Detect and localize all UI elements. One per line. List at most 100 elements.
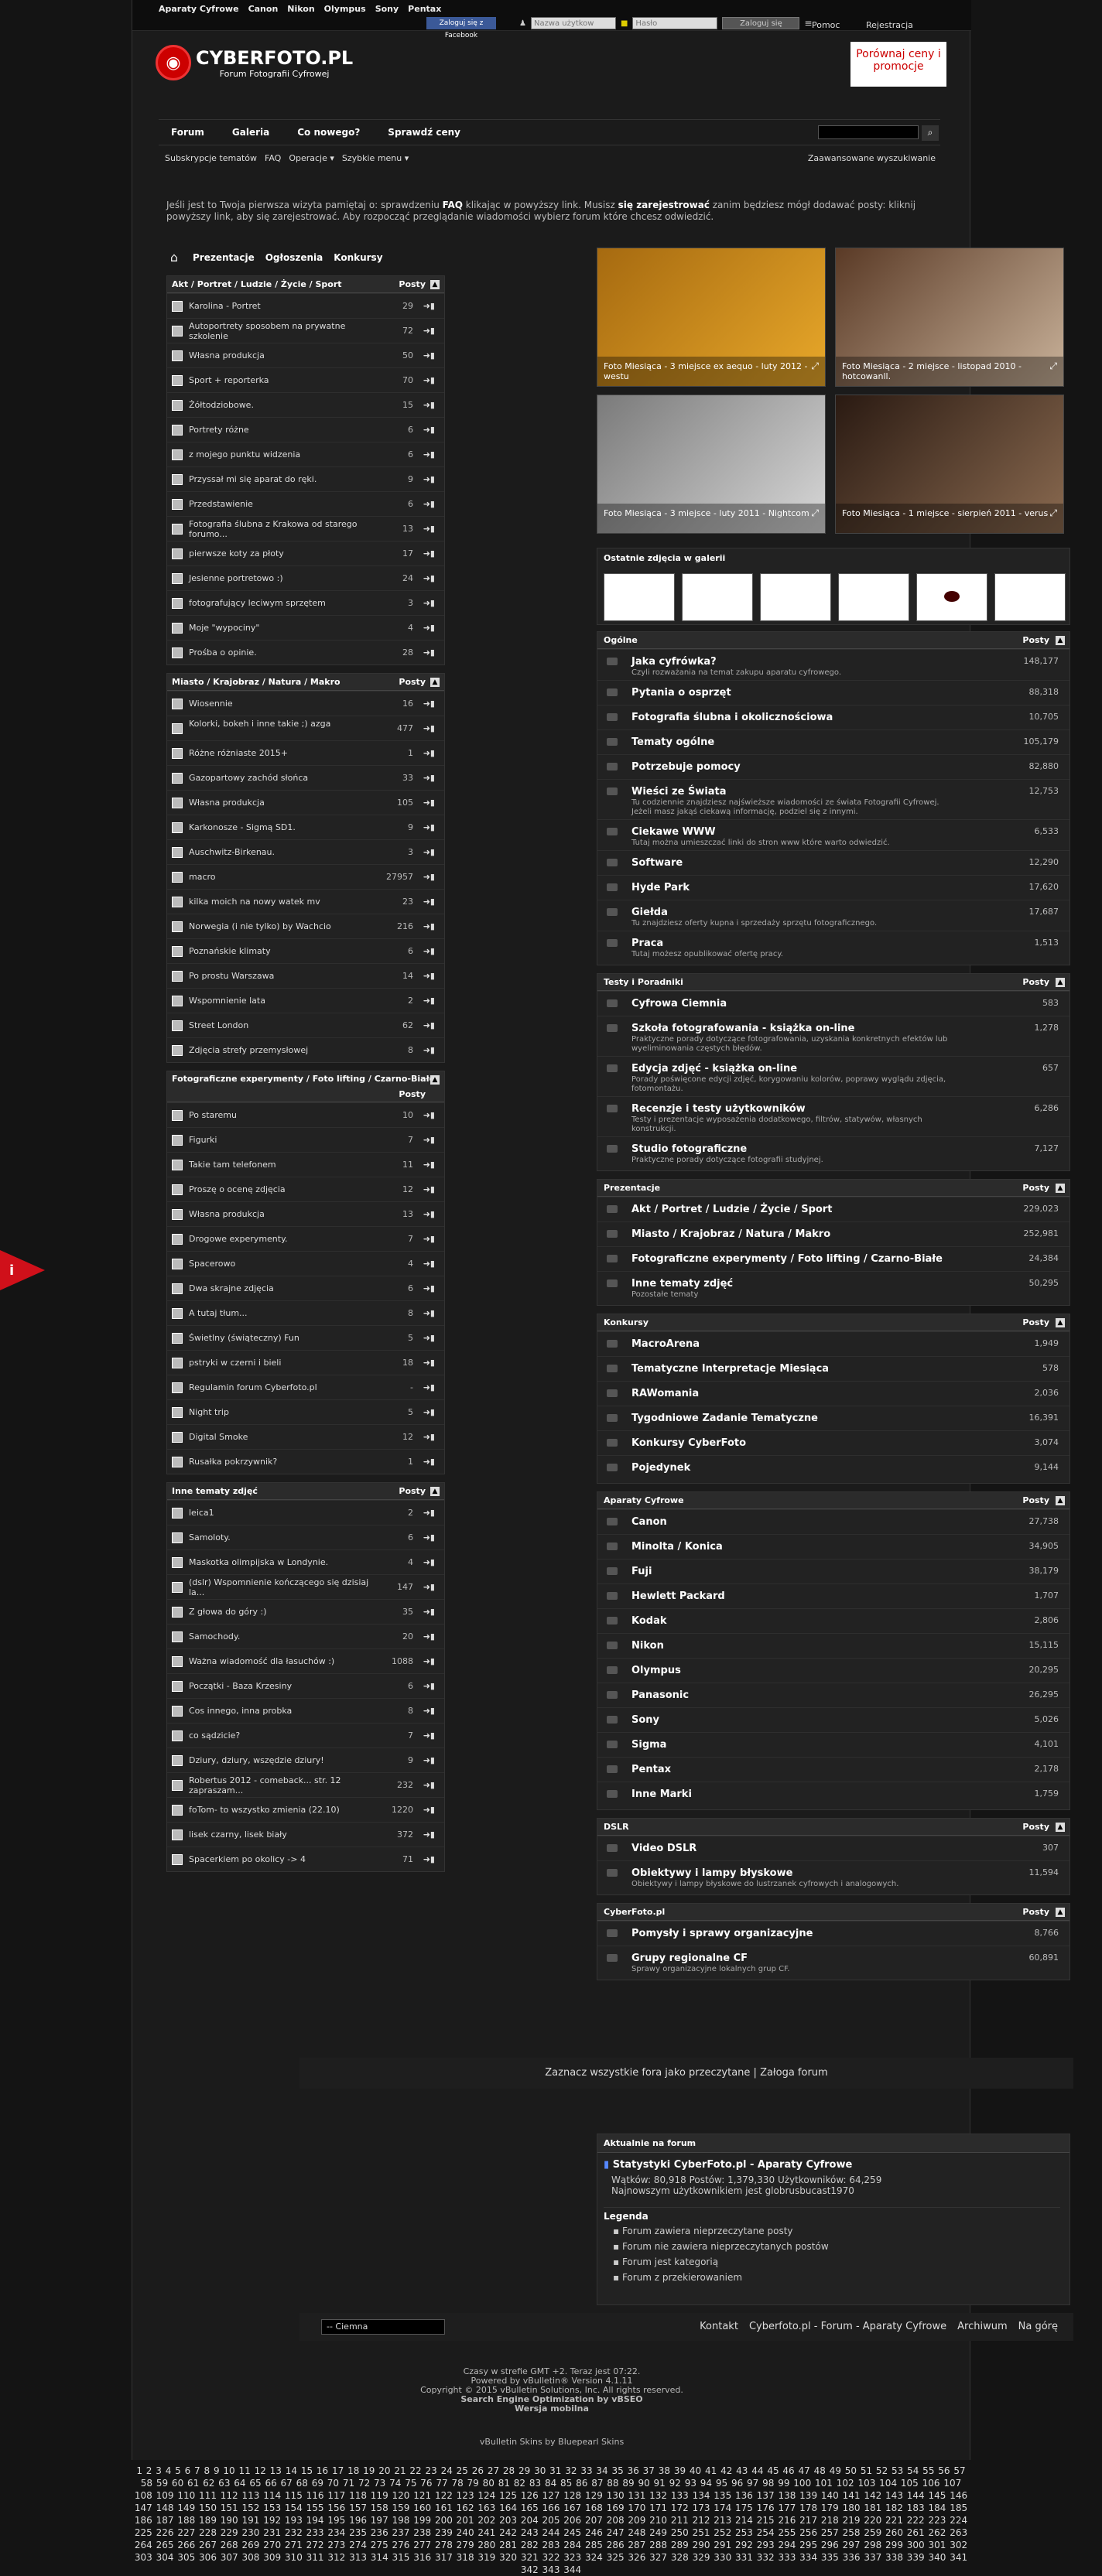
go-to-post-icon[interactable]: ➜▮ xyxy=(423,375,435,385)
forum-row[interactable]: Pomysły i sprawy organizacyjne 8,766 xyxy=(597,1921,1069,1946)
thread-row[interactable]: foTom- to wszystko zmienia (22.10) 1220 ➜▮ xyxy=(167,1797,444,1822)
mark-read-bar[interactable]: Zaznacz wszystkie fora jako przeczytane … xyxy=(299,2058,1073,2089)
forum-row[interactable]: Sony 5,026 xyxy=(597,1707,1069,1732)
forum-row[interactable]: Ciekawe WWW Tutaj można umieszczać linki … xyxy=(597,819,1069,850)
thread-row[interactable]: pstryki w czerni i bieli 18 ➜▮ xyxy=(167,1350,444,1375)
go-to-post-icon[interactable]: ➜▮ xyxy=(423,1020,435,1030)
thread-title[interactable]: Po prostu Warszawa xyxy=(189,971,375,981)
advanced-search-link[interactable]: Zaawansowane wyszukiwanie xyxy=(808,153,936,163)
collapse-icon[interactable]: ▲ xyxy=(1056,1908,1065,1917)
thread-title[interactable]: Zdjęcia strefy przemysłowej xyxy=(189,1045,375,1055)
thread-title[interactable]: Ważna wiadomość dla łasuchów :) xyxy=(189,1656,375,1666)
thread-row[interactable]: Poznańskie klimaty 6 ➜▮ xyxy=(167,938,444,963)
go-to-post-icon[interactable]: ➜▮ xyxy=(423,971,435,981)
go-to-post-icon[interactable]: ➜▮ xyxy=(423,1234,435,1244)
forum-row[interactable]: Miasto / Krajobraz / Natura / Makro 252,9… xyxy=(597,1221,1069,1246)
forum-row[interactable]: Studio fotograficzne Praktyczne porady do… xyxy=(597,1136,1069,1167)
thread-title[interactable]: Wiosennie xyxy=(189,699,375,709)
thread-title[interactable]: Rusałka pokrzywnik? xyxy=(189,1457,375,1467)
subnav-item[interactable]: FAQ xyxy=(265,153,281,163)
forum-row[interactable]: Akt / Portret / Ludzie / Życie / Sport 22… xyxy=(597,1197,1069,1221)
go-to-post-icon[interactable]: ➜▮ xyxy=(423,647,435,658)
forum-row[interactable]: RAWomania 2,036 xyxy=(597,1381,1069,1406)
go-to-post-icon[interactable]: ➜▮ xyxy=(423,1730,435,1741)
thread-title[interactable]: co sądzicie? xyxy=(189,1730,375,1741)
forum-row[interactable]: Hyde Park 17,620 xyxy=(597,875,1069,900)
brand-link[interactable]: Nikon xyxy=(287,4,314,14)
thread-row[interactable]: Fotografia ślubna z Krakowa od starego f… xyxy=(167,516,444,541)
thread-title[interactable]: Dziury, dziury, wszędzie dziury! xyxy=(189,1755,375,1765)
thread-title[interactable]: Z głowa do góry :) xyxy=(189,1607,375,1617)
thread-row[interactable]: Robertus 2012 - comeback... str. 12 zapr… xyxy=(167,1772,444,1797)
go-to-post-icon[interactable]: ➜▮ xyxy=(423,847,435,857)
go-to-post-icon[interactable]: ➜▮ xyxy=(423,598,435,608)
forum-title[interactable]: Video DSLR xyxy=(631,1843,696,1854)
go-to-post-icon[interactable]: ➜▮ xyxy=(423,1407,435,1417)
thread-title[interactable]: pierwsze koty za płoty xyxy=(189,548,375,559)
thread-title[interactable]: Karkonosze - Sigmą SD1. xyxy=(189,822,375,832)
go-to-post-icon[interactable]: ➜▮ xyxy=(423,1681,435,1691)
thread-row[interactable]: Cos innego, inna probka 8 ➜▮ xyxy=(167,1698,444,1723)
collapse-icon[interactable]: ▲ xyxy=(1056,1823,1065,1832)
forum-title[interactable]: Konkursy CyberFoto xyxy=(631,1437,746,1449)
thread-row[interactable]: Figurki 7 ➜▮ xyxy=(167,1127,444,1152)
go-to-post-icon[interactable]: ➜▮ xyxy=(423,1209,435,1219)
site-logo[interactable]: ◉ CYBERFOTO.PL Forum Fotografii Cyfrowej xyxy=(156,45,353,80)
photo-of-month[interactable]: Foto Miesiąca - 2 miejsce - listopad 201… xyxy=(835,248,1064,387)
go-to-post-icon[interactable]: ➜▮ xyxy=(423,1830,435,1840)
forum-title[interactable]: Nikon xyxy=(631,1640,664,1652)
thread-row[interactable]: Jesienne portretowo :) 24 ➜▮ xyxy=(167,565,444,590)
forum-row[interactable]: Panasonic 26,295 xyxy=(597,1683,1069,1707)
go-to-post-icon[interactable]: ➜▮ xyxy=(423,1358,435,1368)
register-link[interactable]: Rejestracja xyxy=(866,20,913,30)
brand-link[interactable]: Aparaty Cyfrowe xyxy=(159,4,239,14)
footer-link[interactable]: Cyberfoto.pl - Forum - Aparaty Cyfrowe xyxy=(749,2321,946,2332)
forum-row[interactable]: Praca Tutaj możesz opublikować ofertę pra… xyxy=(597,931,1069,962)
thread-title[interactable]: Po staremu xyxy=(189,1110,375,1120)
thread-title[interactable]: foTom- to wszystko zmienia (22.10) xyxy=(189,1805,375,1815)
forum-row[interactable]: Minolta / Konica 34,905 xyxy=(597,1534,1069,1559)
menu-icon[interactable]: ≡ xyxy=(804,18,812,29)
thread-title[interactable]: Fotografia ślubna z Krakowa od starego f… xyxy=(189,519,375,539)
go-to-post-icon[interactable]: ➜▮ xyxy=(423,1780,435,1790)
thread-row[interactable]: Karolina - Portret 29 ➜▮ xyxy=(167,293,444,318)
thread-title[interactable]: Początki - Baza Krzesiny xyxy=(189,1681,375,1691)
thread-title[interactable]: Karolina - Portret xyxy=(189,301,375,311)
forum-title[interactable]: Inne tematy zdjęć xyxy=(631,1278,733,1290)
forum-row[interactable]: Pojedynek 9,144 xyxy=(597,1455,1069,1480)
help-link[interactable]: Pomoc xyxy=(812,20,840,30)
forum-row[interactable]: Hewlett Packard 1,707 xyxy=(597,1584,1069,1608)
collapse-icon[interactable]: ▲ xyxy=(1056,1184,1065,1193)
forum-title[interactable]: Panasonic xyxy=(631,1689,689,1701)
go-to-post-icon[interactable]: ➜▮ xyxy=(423,1631,435,1642)
go-to-post-icon[interactable]: ➜▮ xyxy=(423,723,435,733)
thread-row[interactable]: Prośba o opinie. 28 ➜▮ xyxy=(167,640,444,664)
go-to-post-icon[interactable]: ➜▮ xyxy=(423,1135,435,1145)
go-to-post-icon[interactable]: ➜▮ xyxy=(423,1110,435,1120)
thread-row[interactable]: Maskotka olimpijska w Londynie. 4 ➜▮ xyxy=(167,1549,444,1574)
go-to-post-icon[interactable]: ➜▮ xyxy=(423,1382,435,1392)
forum-row[interactable]: Video DSLR 307 xyxy=(597,1836,1069,1860)
forum-row[interactable]: Jaka cyfrówka? Czyli rozważania na temat … xyxy=(597,649,1069,680)
collapse-icon[interactable]: ▲ xyxy=(430,1487,440,1496)
search-input[interactable] xyxy=(818,125,919,139)
thread-title[interactable]: pstryki w czerni i bieli xyxy=(189,1358,375,1368)
thread-title[interactable]: Digital Smoke xyxy=(189,1432,375,1442)
thread-title[interactable]: Spacerowo xyxy=(189,1259,375,1269)
collapse-icon[interactable]: ▲ xyxy=(430,678,440,687)
thread-title[interactable]: Świetlny (świąteczny) Fun xyxy=(189,1333,375,1343)
collapse-icon[interactable]: ▲ xyxy=(1056,978,1065,987)
thread-title[interactable]: Różne różniaste 2015+ xyxy=(189,748,375,758)
collapse-icon[interactable]: ▲ xyxy=(430,1075,440,1085)
go-to-post-icon[interactable]: ➜▮ xyxy=(423,1259,435,1269)
go-to-post-icon[interactable]: ➜▮ xyxy=(423,449,435,460)
forum-title[interactable]: Cyfrowa Ciemnia xyxy=(631,998,727,1010)
go-to-post-icon[interactable]: ➜▮ xyxy=(423,699,435,709)
thread-title[interactable]: Własna produkcja xyxy=(189,1209,375,1219)
go-to-post-icon[interactable]: ➜▮ xyxy=(423,921,435,931)
forum-row[interactable]: Inne tematy zdjęć Pozostałe tematy 50,295 xyxy=(597,1271,1069,1302)
go-to-post-icon[interactable]: ➜▮ xyxy=(423,1805,435,1815)
thread-row[interactable]: Samoloty. 6 ➜▮ xyxy=(167,1525,444,1549)
faq-link[interactable]: FAQ xyxy=(443,200,463,210)
facebook-login-button[interactable]: Zaloguj się z Facebook xyxy=(426,17,496,39)
